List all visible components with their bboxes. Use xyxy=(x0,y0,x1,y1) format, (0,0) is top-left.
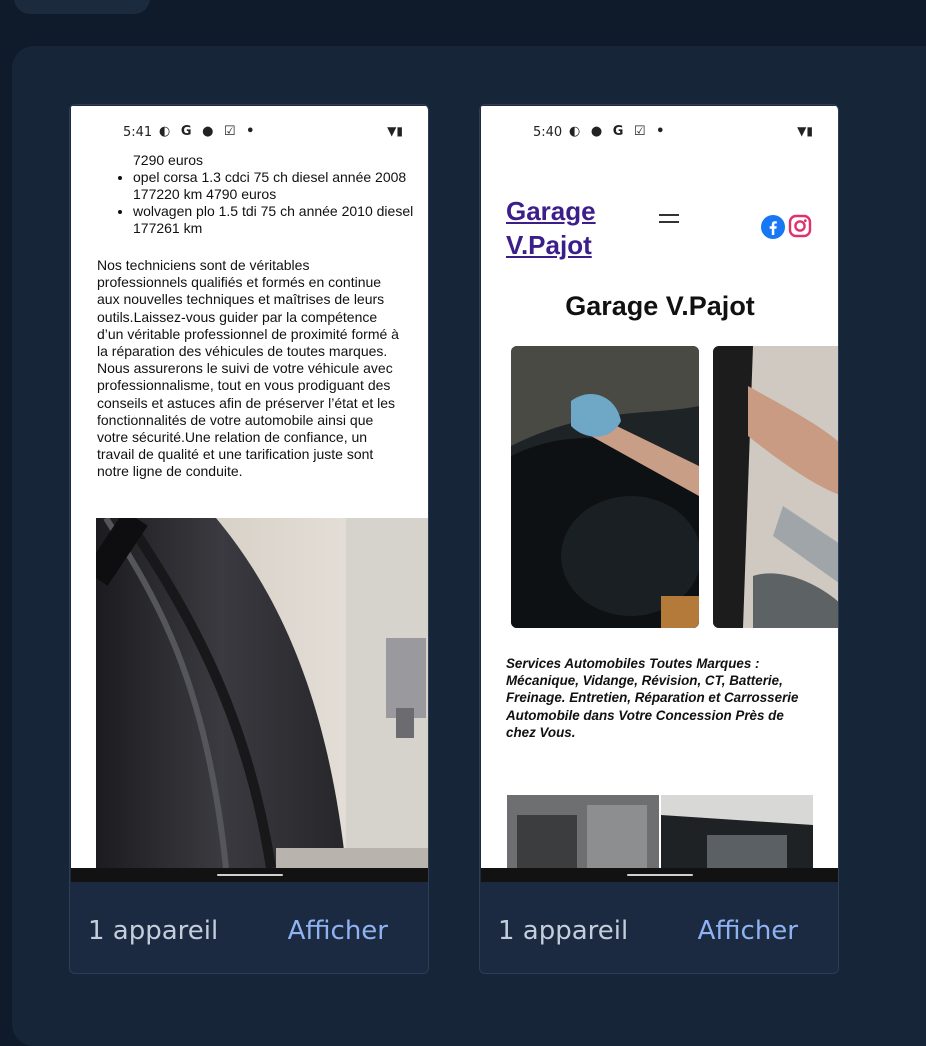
list-item: 7290 euros xyxy=(133,152,204,168)
car-paint-photo xyxy=(96,518,428,868)
wifi-battery-icon: ▼▮ xyxy=(387,124,403,138)
top-chip[interactable] xyxy=(14,0,150,14)
brand-line: Garage xyxy=(506,196,596,226)
technicians-paragraph: Nos techniciens sont de véritables profe… xyxy=(97,257,399,480)
card-footer: 1 appareil Afficher xyxy=(70,882,428,972)
notification-icons: ◐ ● G ☑ • xyxy=(569,124,668,139)
facebook-icon[interactable] xyxy=(761,215,785,244)
device-count: 1 appareil xyxy=(88,916,219,946)
list-item: opel corsa 1.3 cdci 75 ch diesel année 2… xyxy=(133,169,428,203)
card-footer: 1 appareil Afficher xyxy=(480,882,838,972)
brand-line: V.Pajot xyxy=(506,230,592,260)
wifi-battery-icon: ▼▮ xyxy=(797,124,813,138)
home-indicator xyxy=(627,874,693,876)
show-button[interactable]: Afficher xyxy=(698,916,798,946)
phone-screenshot: 5:41 ◐ G ● ☑ • ▼▮ 7290 euros opel corsa … xyxy=(71,106,428,868)
navigation-bar xyxy=(481,868,838,882)
home-indicator xyxy=(217,874,283,876)
engine-photos xyxy=(507,795,813,868)
services-text: Services Automobiles Toutes Marques : Mé… xyxy=(506,656,799,740)
hamburger-menu-icon[interactable] xyxy=(659,214,679,228)
instagram-icon[interactable] xyxy=(788,214,812,243)
brand-link[interactable]: Garage V.Pajot xyxy=(506,194,596,262)
show-button[interactable]: Afficher xyxy=(288,916,388,946)
device-screenshot-card[interactable]: 5:41 ◐ G ● ☑ • ▼▮ 7290 euros opel corsa … xyxy=(69,104,429,974)
status-bar: 5:40 ◐ ● G ☑ • ▼▮ xyxy=(481,106,838,158)
car-cleaning-photo xyxy=(511,346,699,628)
phone-screenshot: 5:40 ◐ ● G ☑ • ▼▮ Garage V.Pajot Garage … xyxy=(481,106,838,868)
page-title: Garage V.Pajot xyxy=(565,291,755,321)
list-item: wolvagen plo 1.5 tdi 75 ch année 2010 di… xyxy=(133,203,428,237)
notification-icons: ◐ G ● ☑ • xyxy=(159,124,258,139)
device-screenshot-card[interactable]: 5:40 ◐ ● G ☑ • ▼▮ Garage V.Pajot Garage … xyxy=(479,104,839,974)
status-time: 5:41 xyxy=(123,125,153,140)
status-time: 5:40 xyxy=(533,125,563,140)
mechanic-photo xyxy=(713,346,838,628)
device-count: 1 appareil xyxy=(498,916,629,946)
navigation-bar xyxy=(71,868,428,882)
vehicle-list: 7290 euros opel corsa 1.3 cdci 75 ch die… xyxy=(71,152,428,237)
status-bar: 5:41 ◐ G ● ☑ • ▼▮ xyxy=(71,106,428,158)
